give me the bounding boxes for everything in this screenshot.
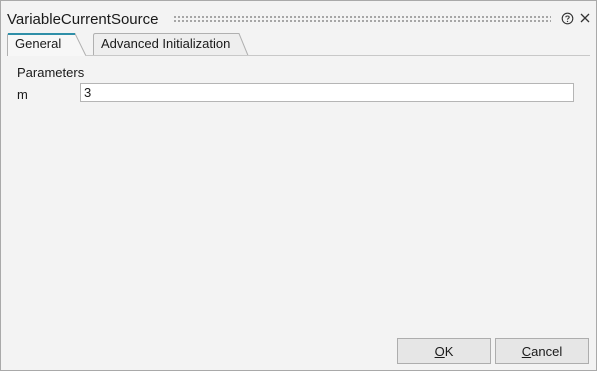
drag-grip-icon[interactable] [173,15,551,24]
parameter-value-m-input[interactable] [80,83,574,102]
tab-advanced-label: Advanced Initialization [101,36,231,51]
close-icon[interactable] [579,12,591,24]
parameters-section-label: Parameters [17,65,85,80]
tab-advanced-initialization[interactable]: Advanced Initialization [93,33,253,56]
tab-baseline [85,55,590,56]
tab-general-label: General [15,36,62,51]
tab-general[interactable]: General [7,33,87,56]
cancel-button[interactable]: Cancel [495,338,589,364]
ok-button-mnemonic: O [434,343,445,359]
help-icon[interactable] [561,12,574,25]
dialog-window: VariableCurrentSource General Advanced I… [0,0,597,371]
dialog-title: VariableCurrentSource [7,11,159,28]
parameter-name-m: m [17,87,28,102]
cancel-button-mnemonic: C [521,343,532,359]
ok-button-label-rest: K [444,343,454,359]
ok-button[interactable]: OK [397,338,491,364]
cancel-button-label-rest: ancel [531,343,563,359]
tab-strip: General Advanced Initialization [7,33,590,56]
title-bar[interactable]: VariableCurrentSource [1,1,596,33]
